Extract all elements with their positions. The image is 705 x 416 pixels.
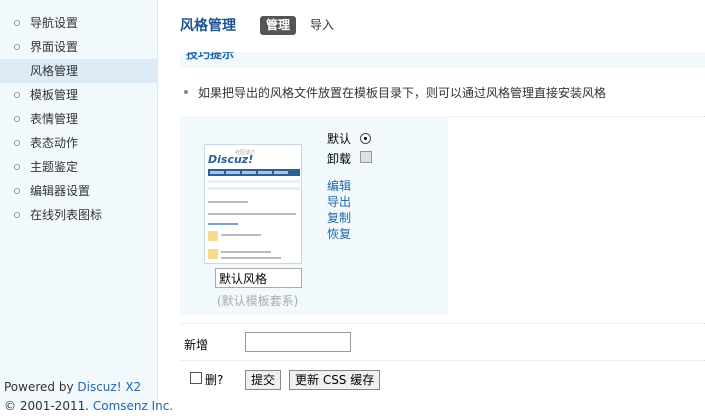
default-radio[interactable] [360,133,371,144]
update-css-cache-button[interactable]: 更新 CSS 缓存 [289,370,381,390]
main-content: 风格管理 管理 导入 技巧提示 如果把导出的风格文件放置在模板目录下，则可以通过… [160,0,705,410]
thumbnail-line [208,201,248,203]
thumbnail-nav [208,169,300,176]
sidebar-item-nav-settings[interactable]: 导航设置 [0,11,157,35]
sidebar-item-label: 编辑器设置 [30,184,91,198]
restore-link[interactable]: 恢复 [327,225,351,242]
bullet-icon [14,188,20,194]
tab-manage[interactable]: 管理 [260,16,297,35]
bullet-icon [14,164,20,170]
default-label: 默认 [327,132,352,146]
powered-by-text: Powered by [4,380,78,394]
sidebar-item-label: 在线列表图标 [30,208,103,222]
divider [180,360,705,361]
sidebar-item-style-management[interactable]: 风格管理 [0,59,157,83]
sidebar-item-smiley-management[interactable]: 表情管理 [0,107,157,131]
sidebar-item-reaction-actions[interactable]: 表态动作 [0,131,157,155]
discuz-link[interactable]: Discuz! X2 [77,380,141,394]
page-title: 风格管理 [180,18,236,34]
divider [180,323,705,324]
title-bar: 风格管理 管理 导入 [160,0,705,52]
tip-text: 如果把导出的风格文件放置在模板目录下，则可以通过风格管理直接安装风格 [198,86,607,100]
copyright-text: © 2001-2011. [4,399,93,413]
thumbnail-icon [208,231,218,241]
delete-checkbox[interactable] [190,372,202,384]
copy-link[interactable]: 复制 [327,209,351,226]
thumbnail-line [221,251,271,253]
sidebar-item-ui-settings[interactable]: 界面设置 [0,35,157,59]
submit-button[interactable]: 提交 [245,370,282,390]
add-style-input[interactable] [245,332,351,352]
sidebar-item-label: 导航设置 [30,16,79,30]
add-label: 新增 [184,338,209,352]
sidebar-item-label: 表态动作 [30,136,79,150]
thumbnail-line [221,257,281,259]
bullet-icon [14,20,20,26]
style-thumbnail: 社区动力 Discuz! [204,144,302,264]
sidebar-item-online-list-icons[interactable]: 在线列表图标 [0,203,157,227]
bullet-icon [14,212,20,218]
bullet-icon [14,140,20,146]
tip-item: 如果把导出的风格文件放置在模板目录下，则可以通过风格管理直接安装风格 [184,84,607,101]
sidebar-item-template-management[interactable]: 模板管理 [0,83,157,107]
sidebar: 导航设置 界面设置 风格管理 模板管理 表情管理 表态动作 主题鉴定 编辑器设置… [0,0,173,413]
bullet-icon [14,92,20,98]
sidebar-menu: 导航设置 界面设置 风格管理 模板管理 表情管理 表态动作 主题鉴定 编辑器设置… [0,0,157,227]
tab-import[interactable]: 导入 [310,16,334,35]
sidebar-item-label: 风格管理 [30,64,79,78]
edit-link[interactable]: 编辑 [327,177,351,194]
sidebar-item-thread-stamps[interactable]: 主题鉴定 [0,155,157,179]
thumbnail-line [208,213,296,215]
bullet-icon [184,90,188,94]
tips-title: 技巧提示 [186,52,235,61]
bullet-icon [14,116,20,122]
sidebar-item-editor-settings[interactable]: 编辑器设置 [0,179,157,203]
sidebar-item-label: 主题鉴定 [30,160,79,174]
tips-header: 技巧提示 [180,52,705,68]
copyright-line: © 2001-2011. Comsenz Inc. [4,397,173,416]
sidebar-item-label: 模板管理 [30,88,79,102]
style-name-input[interactable] [215,268,302,288]
export-link[interactable]: 导出 [327,193,351,210]
thumbnail-row [208,187,300,190]
sidebar-item-label: 界面设置 [30,40,79,54]
sidebar-item-label: 表情管理 [30,112,79,126]
uninstall-checkbox [360,151,372,163]
bullet-icon [14,44,20,50]
powered-by-line: Powered by Discuz! X2 [4,378,173,397]
thumbnail-line [221,234,261,236]
thumbnail-row [208,180,300,183]
uninstall-label: 卸载 [327,152,352,166]
thumbnail-logo: Discuz! [208,153,254,166]
delete-label: 删? [205,373,224,387]
thumbnail-icon [208,249,218,259]
sidebar-footer: Powered by Discuz! X2 © 2001-2011. Comse… [4,378,173,416]
thumbnail-line [208,223,238,225]
template-dir-label: (默认模板套系) [217,294,299,308]
